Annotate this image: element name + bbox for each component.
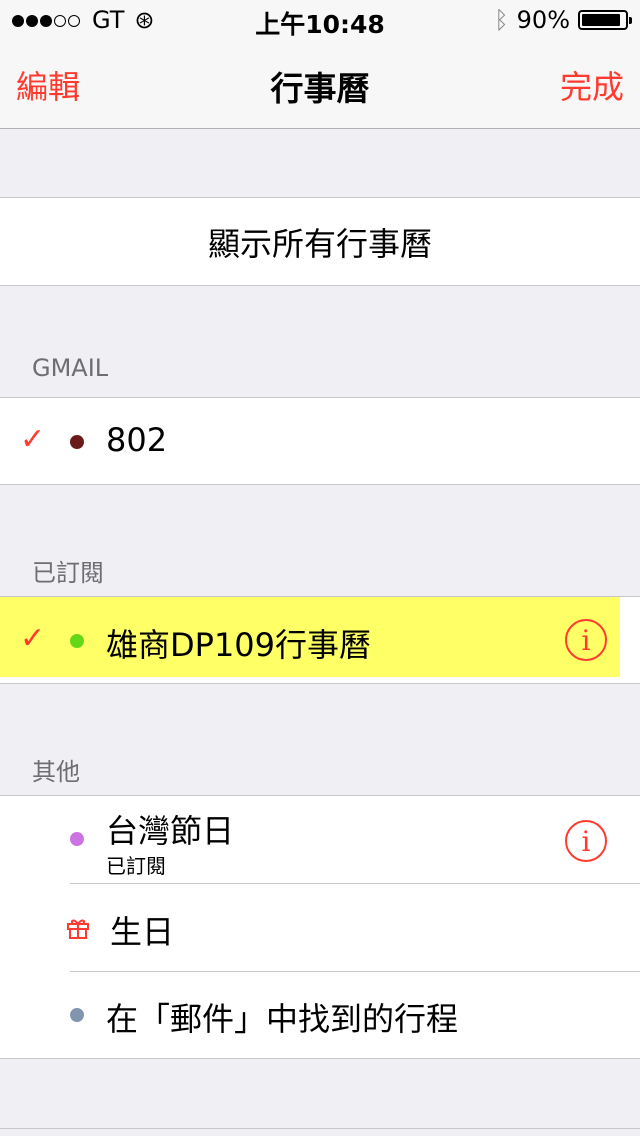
show-all-button[interactable]: 顯示所有行事曆 (0, 197, 640, 286)
status-bar: GT ⊛ 上午10:48 ᛒ 90% (0, 0, 640, 40)
info-icon[interactable]: i (565, 820, 607, 862)
section-header-gmail: GMAIL (32, 354, 109, 382)
checkmark-icon: ✓ (20, 422, 46, 457)
bluetooth-icon: ᛒ (494, 6, 509, 34)
calendar-row-birthdays[interactable]: 生日 (0, 884, 640, 972)
show-all-label: 顯示所有行事曆 (207, 224, 432, 263)
page-title: 行事曆 (270, 69, 370, 108)
checkmark-icon: ✓ (20, 621, 46, 656)
gift-icon (67, 919, 89, 939)
calendar-row-802[interactable]: ✓ 802 (0, 397, 640, 485)
calendar-row-holidays[interactable]: 台灣節日 已訂閱 i (0, 796, 640, 884)
calendar-label: 台灣節日 (106, 812, 235, 850)
calendar-row-mail-events[interactable]: 在「郵件」中找到的行程 (0, 972, 640, 1060)
calendar-label: 雄商DP109行事曆 (106, 626, 372, 664)
status-right: ᛒ 90% (494, 6, 632, 34)
section-header-subscribed: 已訂閱 (32, 559, 104, 587)
calendar-label: 生日 (110, 913, 175, 951)
calendar-color-dot (70, 1008, 84, 1022)
bottom-separator (0, 1128, 640, 1129)
info-icon[interactable]: i (565, 619, 607, 661)
calendar-label: 在「郵件」中找到的行程 (106, 1000, 459, 1038)
battery-icon (578, 10, 632, 30)
battery-percent: 90% (516, 6, 570, 34)
calendar-sublabel: 已訂閱 (106, 854, 166, 878)
other-calendar-list: 台灣節日 已訂閱 i 生日 在「郵件」中找到的行程 (0, 795, 640, 1059)
calendar-color-dot (70, 435, 84, 449)
calendar-label: 802 (106, 421, 168, 459)
done-button[interactable]: 完成 (560, 62, 624, 108)
nav-bar: 編輯 行事曆 完成 (0, 40, 640, 129)
section-header-other: 其他 (32, 758, 80, 786)
calendar-row-dp109[interactable]: ✓ 雄商DP109行事曆 i (0, 596, 640, 684)
calendar-color-dot (70, 634, 84, 648)
calendar-color-dot (70, 832, 84, 846)
